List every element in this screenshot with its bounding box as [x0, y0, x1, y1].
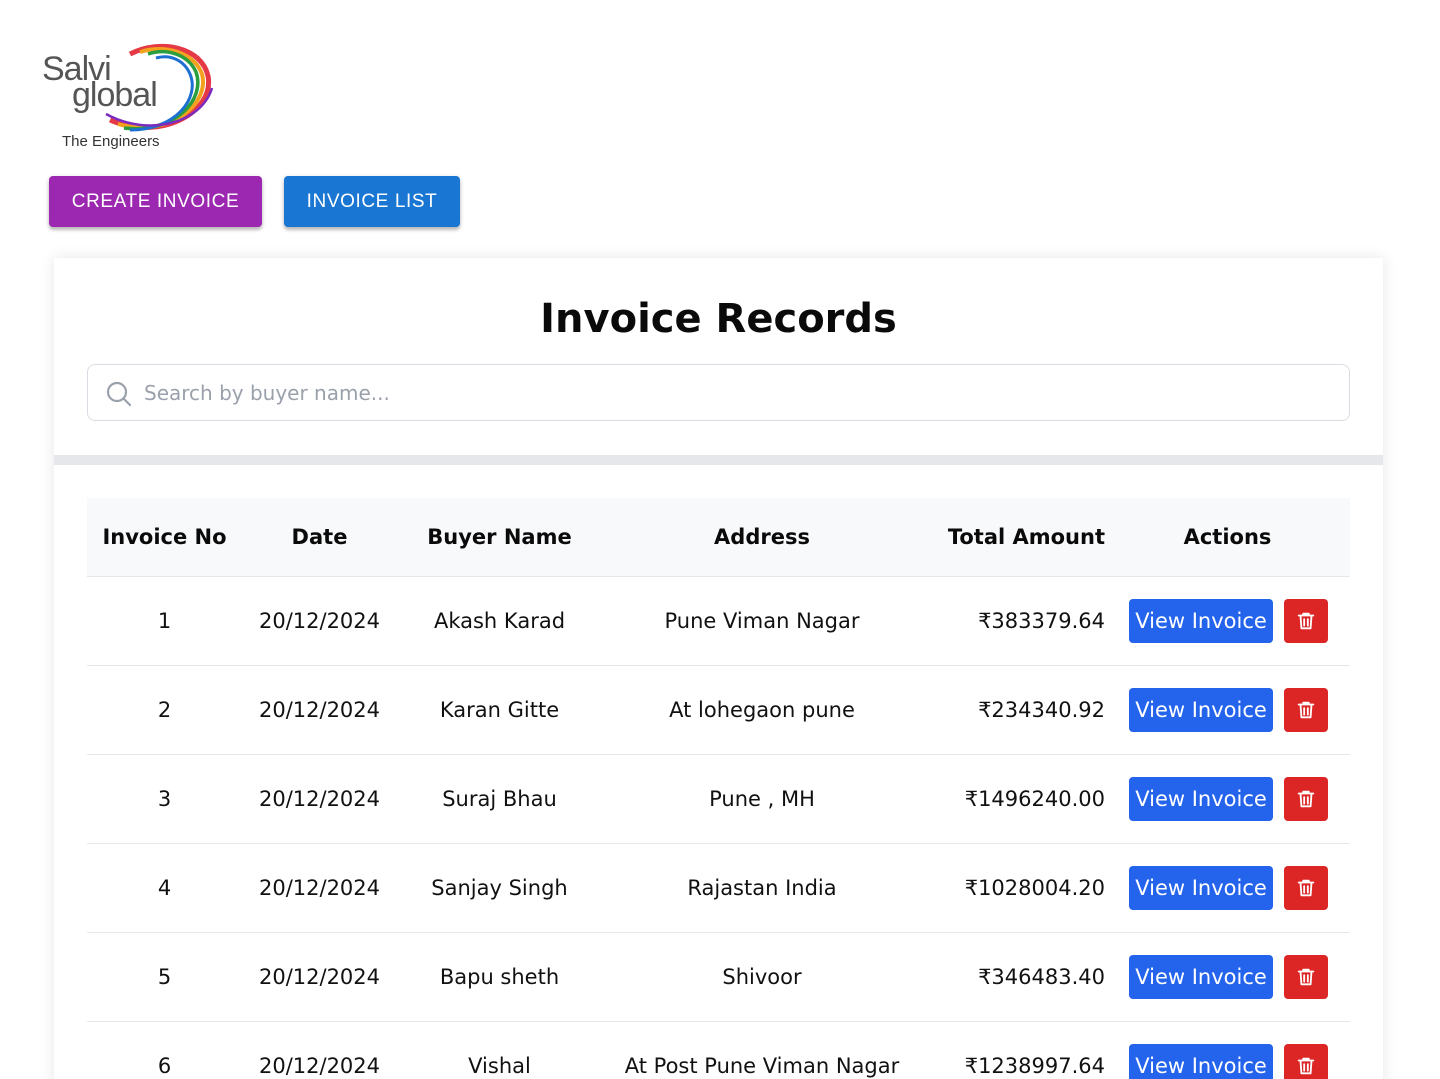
card-header: Invoice Records	[54, 258, 1383, 455]
search-box	[87, 364, 1350, 421]
search-input[interactable]	[144, 377, 1324, 409]
cell-buyer-name: Karan Gitte	[397, 664, 602, 754]
cell-buyer-name: Vishal	[397, 1020, 602, 1079]
table-row: 4 20/12/2024 Sanjay Singh Rajastan India…	[87, 842, 1350, 932]
row-actions: View Invoice	[1105, 865, 1350, 910]
cell-total-amount: ₹1238997.64	[922, 1020, 1105, 1079]
logo-text-global: global	[72, 76, 158, 114]
cell-date: 20/12/2024	[242, 753, 397, 843]
header-total-amount: Total Amount	[947, 524, 1105, 549]
row-actions: View Invoice	[1105, 776, 1350, 821]
cell-address: Pune , MH	[602, 753, 922, 843]
view-invoice-button[interactable]: View Invoice	[1129, 687, 1273, 732]
header-address: Address	[714, 524, 810, 549]
cell-invoice-no: 1	[87, 575, 242, 665]
table-row: 3 20/12/2024 Suraj Bhau Pune , MH ₹14962…	[87, 753, 1350, 843]
cell-date: 20/12/2024	[242, 664, 397, 754]
cell-total-amount: ₹383379.64	[922, 575, 1105, 665]
cell-address: At Post Pune Viman Nagar	[602, 1020, 922, 1079]
cell-actions: View Invoice	[1105, 575, 1350, 665]
trash-icon	[1297, 612, 1315, 629]
cell-actions: View Invoice	[1105, 1020, 1350, 1079]
table-row: 6 20/12/2024 Vishal At Post Pune Viman N…	[87, 1020, 1350, 1079]
cell-date: 20/12/2024	[242, 842, 397, 932]
trash-icon	[1297, 968, 1315, 985]
row-actions: View Invoice	[1105, 1043, 1350, 1079]
search-icon	[106, 381, 132, 407]
delete-invoice-button[interactable]	[1284, 776, 1328, 821]
cell-total-amount: ₹1496240.00	[922, 753, 1105, 843]
cell-total-amount: ₹1028004.20	[922, 842, 1105, 932]
cell-buyer-name: Bapu sheth	[397, 931, 602, 1021]
page-title: Invoice Records	[540, 296, 897, 342]
cell-invoice-no: 3	[87, 753, 242, 843]
header-buyer-name: Buyer Name	[427, 524, 572, 549]
cell-invoice-no: 2	[87, 664, 242, 754]
table-row: 5 20/12/2024 Bapu sheth Shivoor ₹346483.…	[87, 931, 1350, 1021]
cell-actions: View Invoice	[1105, 664, 1350, 754]
invoice-records-card: Invoice Records Invoice No Date Buyer Na…	[54, 258, 1383, 1079]
section-divider	[54, 455, 1383, 465]
row-actions: View Invoice	[1105, 687, 1350, 732]
delete-invoice-button[interactable]	[1284, 687, 1328, 732]
cell-address: At lohegaon pune	[602, 664, 922, 754]
cell-actions: View Invoice	[1105, 931, 1350, 1021]
company-logo: Salvi global The Engineers	[40, 42, 220, 154]
delete-invoice-button[interactable]	[1284, 1043, 1328, 1079]
view-invoice-button[interactable]: View Invoice	[1129, 865, 1273, 910]
table-row: 1 20/12/2024 Akash Karad Pune Viman Naga…	[87, 575, 1350, 665]
invoice-list-button[interactable]: INVOICE LIST	[284, 176, 460, 227]
invoice-table: Invoice No Date Buyer Name Address Total…	[87, 498, 1350, 1079]
logo-tagline: The Engineers	[62, 133, 160, 150]
delete-invoice-button[interactable]	[1284, 954, 1328, 999]
header-date: Date	[291, 524, 348, 549]
cell-total-amount: ₹346483.40	[922, 931, 1105, 1021]
cell-address: Shivoor	[602, 931, 922, 1021]
cell-buyer-name: Akash Karad	[397, 575, 602, 665]
view-invoice-button[interactable]: View Invoice	[1129, 598, 1273, 643]
cell-address: Pune Viman Nagar	[602, 575, 922, 665]
row-actions: View Invoice	[1105, 598, 1350, 643]
table-header-row: Invoice No Date Buyer Name Address Total…	[87, 498, 1350, 576]
header-invoice-no: Invoice No	[102, 524, 227, 549]
cell-invoice-no: 6	[87, 1020, 242, 1079]
view-invoice-button[interactable]: View Invoice	[1129, 954, 1273, 999]
trash-icon	[1297, 701, 1315, 718]
cell-actions: View Invoice	[1105, 842, 1350, 932]
cell-date: 20/12/2024	[242, 575, 397, 665]
cell-total-amount: ₹234340.92	[922, 664, 1105, 754]
delete-invoice-button[interactable]	[1284, 865, 1328, 910]
view-invoice-button[interactable]: View Invoice	[1129, 776, 1273, 821]
delete-invoice-button[interactable]	[1284, 598, 1328, 643]
cell-buyer-name: Sanjay Singh	[397, 842, 602, 932]
cell-buyer-name: Suraj Bhau	[397, 753, 602, 843]
trash-icon	[1297, 790, 1315, 807]
cell-invoice-no: 4	[87, 842, 242, 932]
trash-icon	[1297, 879, 1315, 896]
create-invoice-button[interactable]: CREATE INVOICE	[49, 176, 262, 227]
cell-actions: View Invoice	[1105, 753, 1350, 843]
cell-date: 20/12/2024	[242, 931, 397, 1021]
cell-invoice-no: 5	[87, 931, 242, 1021]
header-actions: Actions	[1183, 524, 1272, 549]
cell-address: Rajastan India	[602, 842, 922, 932]
trash-icon	[1297, 1057, 1315, 1074]
row-actions: View Invoice	[1105, 954, 1350, 999]
cell-date: 20/12/2024	[242, 1020, 397, 1079]
view-invoice-button[interactable]: View Invoice	[1129, 1043, 1273, 1079]
table-row: 2 20/12/2024 Karan Gitte At lohegaon pun…	[87, 664, 1350, 754]
